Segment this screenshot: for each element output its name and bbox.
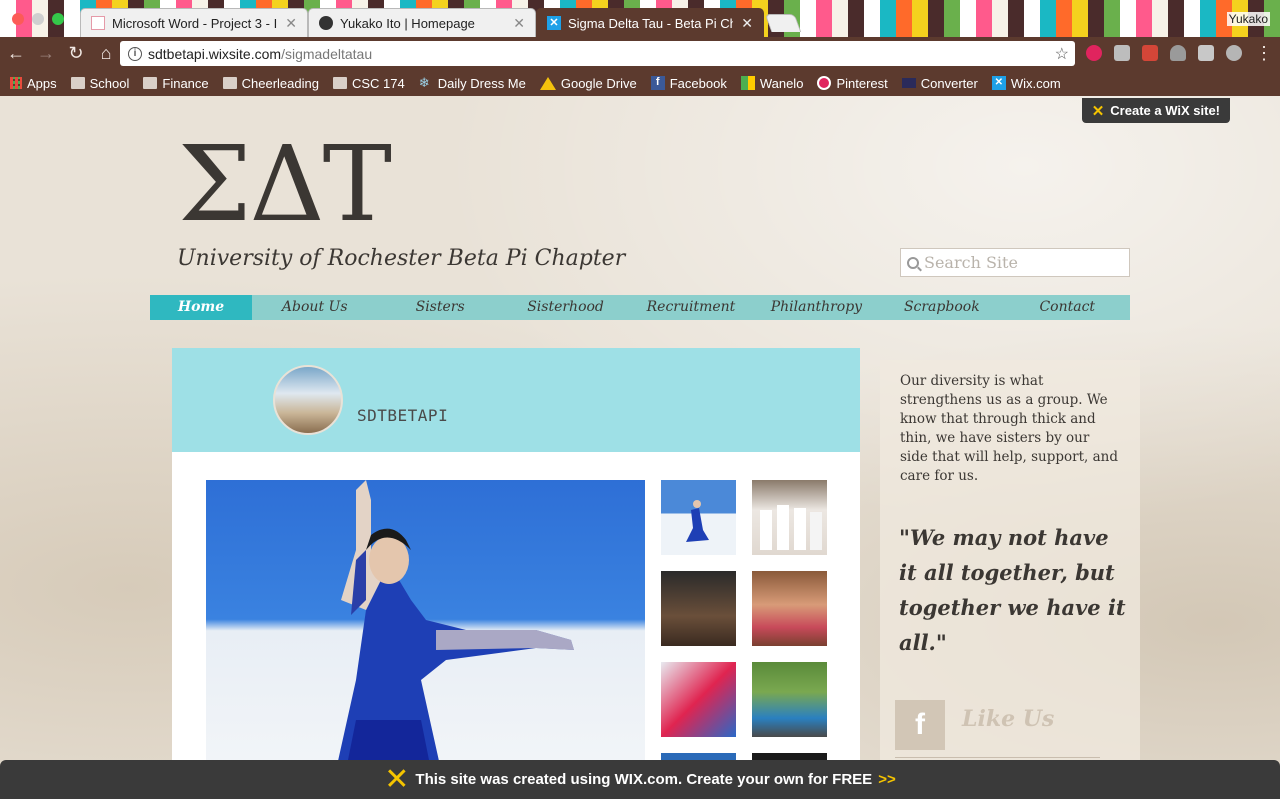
- bookmarks-bar: Apps School Finance Cheerleading CSC 174…: [0, 70, 1280, 96]
- bookmark-finance[interactable]: Finance: [143, 76, 209, 91]
- wix-logo-icon: ✕: [384, 762, 410, 797]
- back-arrow-icon[interactable]: ←: [2, 43, 30, 64]
- bookmark-google-drive[interactable]: Google Drive: [539, 76, 637, 91]
- bookmark-wanelo[interactable]: Wanelo: [740, 76, 803, 91]
- folder-icon: [222, 77, 237, 89]
- close-tab-icon[interactable]: ✕: [741, 15, 753, 32]
- gallery-thumbnail[interactable]: [752, 571, 827, 646]
- document-icon: [91, 16, 105, 30]
- wanelo-icon: [740, 76, 755, 90]
- site-info-icon[interactable]: i: [128, 46, 142, 61]
- bookmark-school[interactable]: School: [70, 76, 129, 91]
- create-wix-site-button[interactable]: ✕ Create a WiX site!: [1081, 98, 1230, 123]
- home-icon[interactable]: ⌂: [92, 43, 120, 64]
- nav-recruitment[interactable]: Recruitment: [628, 295, 753, 320]
- nav-sisterhood[interactable]: Sisterhood: [503, 295, 628, 320]
- folder-icon: [70, 77, 85, 89]
- snowflake-icon: ❄: [418, 75, 430, 90]
- wordpress-icon[interactable]: [1226, 45, 1242, 61]
- converter-icon: [901, 78, 916, 88]
- wix-logo-icon: ✕: [1091, 102, 1105, 120]
- bookmark-facebook[interactable]: f Facebook: [650, 76, 727, 91]
- tab-yukako-homepage[interactable]: Yukako Ito | Homepage ✕: [308, 8, 536, 37]
- featured-photo[interactable]: [206, 480, 645, 770]
- sidebar: Our diversity is what strengthens us as …: [880, 360, 1140, 799]
- gmail-icon[interactable]: [1142, 45, 1158, 61]
- reload-icon[interactable]: ↻: [62, 43, 90, 64]
- feed-header: SDTBETAPI: [172, 348, 860, 452]
- nav-about-us[interactable]: About Us: [252, 295, 377, 320]
- bookmark-apps[interactable]: Apps: [10, 76, 57, 91]
- arrow-icon: >>: [878, 771, 896, 788]
- wix-promo-banner[interactable]: ✕ This site was created using WIX.com. C…: [0, 760, 1280, 799]
- bookmark-converter[interactable]: Converter: [901, 76, 978, 91]
- tab-strip: Microsoft Word - Project 3 - In ✕ Yukako…: [0, 0, 1280, 37]
- minimize-window-button[interactable]: [32, 13, 44, 25]
- zoom-window-button[interactable]: [52, 13, 64, 25]
- wix-icon: ✕: [991, 76, 1006, 90]
- nav-philanthropy[interactable]: Philanthropy: [754, 295, 879, 320]
- evernote-icon[interactable]: [1198, 45, 1214, 61]
- instagram-feed: SDTBETAPI: [172, 348, 860, 799]
- like-us-link[interactable]: Like Us: [962, 706, 1054, 732]
- pinterest-extension-icon[interactable]: [1086, 45, 1102, 61]
- bookmark-daily-dress-me[interactable]: ❄ Daily Dress Me: [419, 76, 526, 91]
- search-input[interactable]: Search Site: [900, 248, 1130, 277]
- about-blurb: Our diversity is what strengthens us as …: [900, 373, 1118, 484]
- bookmark-pinterest[interactable]: Pinterest: [817, 76, 888, 91]
- google-drive-icon: [539, 76, 556, 90]
- nav-contact[interactable]: Contact: [1005, 295, 1130, 320]
- pinterest-icon: [817, 76, 832, 90]
- graduation-cap-icon[interactable]: [1170, 45, 1186, 61]
- wix-icon: ✕: [547, 16, 561, 30]
- site-logo[interactable]: ΣΔΤ: [178, 132, 392, 236]
- github-icon: [319, 16, 333, 30]
- tab-microsoft-word[interactable]: Microsoft Word - Project 3 - In ✕: [80, 8, 308, 37]
- avatar[interactable]: [273, 365, 343, 435]
- gallery-thumbnail[interactable]: [661, 662, 736, 737]
- gallery-thumbnail[interactable]: [752, 662, 827, 737]
- close-window-button[interactable]: [12, 13, 24, 25]
- close-tab-icon[interactable]: ✕: [513, 15, 525, 32]
- folder-icon: [332, 77, 347, 89]
- gallery-thumbnail[interactable]: [661, 571, 736, 646]
- web-page: ✕ Create a WiX site! ΣΔΤ University of R…: [0, 96, 1280, 799]
- site-subtitle: University of Rochester Beta Pi Chapter: [177, 246, 626, 271]
- feed-handle[interactable]: SDTBETAPI: [357, 406, 448, 425]
- gallery-thumbnail[interactable]: [661, 480, 736, 555]
- motto-quote: "We may not have it all together, but to…: [899, 525, 1126, 655]
- nav-home[interactable]: Home: [150, 295, 252, 320]
- new-tab-button[interactable]: [764, 14, 802, 32]
- tab-sigma-delta-tau[interactable]: ✕ Sigma Delta Tau - Beta Pi Cha ✕: [536, 8, 764, 37]
- menu-kebab-icon[interactable]: ⋮: [1250, 43, 1278, 64]
- facebook-icon[interactable]: f: [895, 700, 945, 750]
- extension-icon[interactable]: [1114, 45, 1130, 61]
- apps-grid-icon: [10, 77, 22, 89]
- bookmark-wix[interactable]: ✕ Wix.com: [991, 76, 1061, 91]
- nav-scrapbook[interactable]: Scrapbook: [879, 295, 1004, 320]
- browser-toolbar: ← → ↻ ⌂ i sdtbetapi.wixsite.com/sigmadel…: [0, 37, 1280, 70]
- search-icon: [907, 256, 919, 269]
- folder-icon: [143, 77, 158, 89]
- profile-name[interactable]: Yukako: [1226, 12, 1270, 26]
- address-bar[interactable]: i sdtbetapi.wixsite.com/sigmadeltatau ☆: [120, 41, 1075, 66]
- bookmark-csc-174[interactable]: CSC 174: [332, 76, 405, 91]
- nav-sisters[interactable]: Sisters: [377, 295, 502, 320]
- facebook-icon: f: [650, 76, 665, 90]
- forward-arrow-icon[interactable]: →: [32, 43, 60, 64]
- divider: [895, 757, 1100, 758]
- bookmark-cheerleading[interactable]: Cheerleading: [222, 76, 319, 91]
- site-nav-menu: Home About Us Sisters Sisterhood Recruit…: [150, 295, 1130, 320]
- bookmark-star-icon[interactable]: ☆: [1055, 44, 1069, 64]
- close-tab-icon[interactable]: ✕: [285, 15, 297, 32]
- gallery-thumbnail[interactable]: [752, 480, 827, 555]
